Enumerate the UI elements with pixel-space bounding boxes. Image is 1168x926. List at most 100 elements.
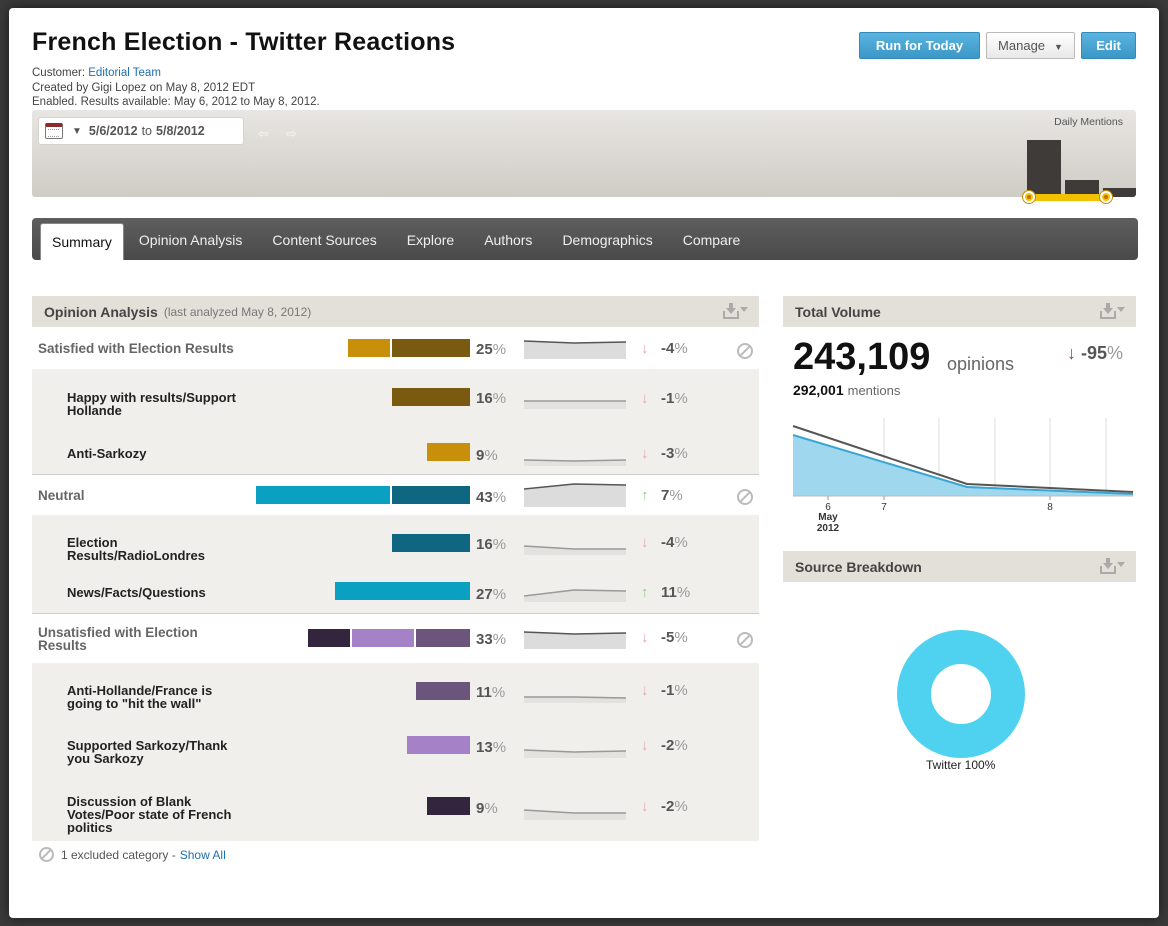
volume-area-chart: 6 7 8 May 2012 bbox=[792, 418, 1134, 534]
trend-sparkline bbox=[524, 340, 626, 359]
row-trend: ↓ -2% bbox=[641, 798, 688, 815]
end-date: 5/8/2012 bbox=[156, 124, 205, 138]
tab-demographics[interactable]: Demographics bbox=[547, 223, 667, 256]
down-arrow-icon: ↓ bbox=[641, 534, 649, 551]
excluded-footer: 1 excluded category - Show All bbox=[39, 847, 226, 862]
tab-opinion-analysis[interactable]: Opinion Analysis bbox=[124, 223, 258, 256]
trend-sparkline bbox=[524, 589, 626, 602]
download-icon[interactable] bbox=[1100, 558, 1126, 576]
prev-arrow-icon[interactable]: ⇦ bbox=[258, 126, 269, 142]
row-label: Discussion of Blank Votes/Poor state of … bbox=[67, 794, 232, 835]
source-breakdown-title: Source Breakdown bbox=[795, 558, 922, 575]
row-label: News/Facts/Questions bbox=[67, 585, 206, 600]
range-start-handle[interactable] bbox=[1023, 191, 1035, 203]
date-range-picker[interactable]: ▼ 5/6/2012 to 5/8/2012 bbox=[38, 117, 244, 145]
row-trend: ↓ -2% bbox=[641, 737, 688, 754]
opinion-bar bbox=[416, 629, 470, 647]
customer-link[interactable]: Editorial Team bbox=[88, 67, 161, 79]
run-for-today-button[interactable]: Run for Today bbox=[859, 32, 980, 59]
opinion-analysis-header: Opinion Analysis (last analyzed May 8, 2… bbox=[32, 296, 759, 327]
x-year-label: 2012 bbox=[817, 523, 840, 534]
download-icon[interactable] bbox=[723, 303, 749, 321]
exclude-icon[interactable] bbox=[737, 489, 753, 505]
source-breakdown-header: Source Breakdown bbox=[783, 551, 1136, 582]
opinion-bar bbox=[392, 339, 470, 357]
opinion-row[interactable]: Satisfied with Election Results 25% ↓ -4% bbox=[32, 327, 759, 369]
row-percent: 9% bbox=[476, 447, 498, 464]
opinion-row[interactable]: Election Results/RadioLondres 16% ↓ -4% bbox=[32, 515, 759, 570]
manage-label: Manage bbox=[998, 38, 1046, 53]
opinion-row[interactable]: Unsatisfied with Election Results 33% ↓ -… bbox=[32, 613, 759, 663]
down-arrow-icon: ↓ bbox=[641, 682, 649, 699]
tab-compare[interactable]: Compare bbox=[668, 223, 756, 256]
row-label: Election Results/RadioLondres bbox=[67, 535, 205, 563]
row-percent: 16% bbox=[476, 390, 507, 407]
date-to: to bbox=[141, 124, 153, 138]
x-month-label: May bbox=[818, 512, 838, 523]
exclude-icon[interactable] bbox=[737, 343, 753, 359]
opinions-label: opinions bbox=[947, 354, 1015, 374]
row-label: Neutral bbox=[38, 488, 85, 503]
excluded-text: 1 excluded category - bbox=[61, 847, 176, 862]
down-arrow-icon: ↓ bbox=[641, 340, 649, 357]
page-title: French Election - Twitter Reactions bbox=[32, 28, 456, 56]
x-tick-label: 7 bbox=[881, 502, 887, 513]
exclude-icon bbox=[39, 847, 54, 862]
opinion-bar bbox=[392, 486, 470, 504]
row-trend: ↓ -4% bbox=[641, 340, 688, 357]
opinion-bar bbox=[392, 388, 470, 406]
customer-label: Customer: bbox=[32, 67, 86, 79]
twitter-slice[interactable] bbox=[897, 630, 1025, 758]
tab-explore[interactable]: Explore bbox=[392, 223, 469, 256]
opinion-bar bbox=[335, 582, 470, 600]
next-arrow-icon[interactable]: ⇨ bbox=[286, 126, 297, 142]
opinion-bar bbox=[256, 486, 390, 504]
row-trend: ↓ -1% bbox=[641, 390, 688, 407]
down-arrow-icon: ↓ bbox=[641, 629, 649, 646]
download-icon[interactable] bbox=[1100, 303, 1126, 321]
row-label: Supported Sarkozy/Thank you Sarkozy bbox=[67, 738, 228, 766]
opinion-row[interactable]: News/Facts/Questions 27% ↑ 11% bbox=[32, 570, 759, 613]
opinion-bar bbox=[407, 736, 470, 754]
opinion-bar bbox=[416, 682, 470, 700]
manage-dropdown[interactable]: Manage ▼ bbox=[986, 32, 1075, 59]
trend-sparkline bbox=[524, 749, 626, 758]
tab-authors[interactable]: Authors bbox=[469, 223, 547, 256]
opinion-bar bbox=[308, 629, 350, 647]
row-trend: ↑ 7% bbox=[641, 487, 683, 504]
show-all-link[interactable]: Show All bbox=[180, 848, 226, 862]
row-trend: ↓ -3% bbox=[641, 445, 688, 462]
row-percent: 33% bbox=[476, 631, 507, 648]
down-arrow-icon: ↓ bbox=[641, 445, 649, 462]
opinion-row[interactable]: Anti-Hollande/France is going to "hit th… bbox=[32, 663, 759, 718]
date-range-slider[interactable] bbox=[1027, 194, 1106, 201]
row-label: Anti-Hollande/France is going to "hit th… bbox=[67, 683, 213, 711]
row-percent: 27% bbox=[476, 586, 507, 603]
range-end-handle[interactable] bbox=[1100, 191, 1112, 203]
exclude-icon[interactable] bbox=[737, 632, 753, 648]
edit-button[interactable]: Edit bbox=[1081, 32, 1136, 59]
row-trend: ↓ -4% bbox=[641, 534, 688, 551]
opinion-bar bbox=[348, 339, 390, 357]
tab-summary[interactable]: Summary bbox=[40, 223, 124, 260]
opinion-row[interactable]: Anti-Sarkozy 9% ↓ -3% bbox=[32, 424, 759, 474]
down-arrow-icon: ↓ bbox=[1067, 343, 1076, 363]
x-tick-label: 8 bbox=[1047, 502, 1053, 513]
opinion-bar bbox=[352, 629, 414, 647]
daily-mentions-bar bbox=[1027, 140, 1061, 197]
row-percent: 25% bbox=[476, 341, 507, 358]
start-date: 5/6/2012 bbox=[88, 124, 138, 138]
row-percent: 11% bbox=[476, 684, 506, 701]
opinion-row[interactable]: Discussion of Blank Votes/Poor state of … bbox=[32, 773, 759, 841]
opinion-row[interactable]: Happy with results/Support Hollande 16% … bbox=[32, 369, 759, 424]
opinion-row[interactable]: Neutral 43% ↑ 7% bbox=[32, 474, 759, 515]
trend-sparkline bbox=[524, 631, 626, 649]
opinions-count: 243,109 bbox=[793, 336, 931, 378]
trend-sparkline bbox=[524, 809, 626, 820]
row-percent: 13% bbox=[476, 739, 507, 756]
chevron-down-icon: ▼ bbox=[1054, 41, 1063, 52]
opinion-row[interactable]: Supported Sarkozy/Thank you Sarkozy 13% … bbox=[32, 718, 759, 773]
opinion-bar bbox=[392, 534, 470, 552]
tab-content-sources[interactable]: Content Sources bbox=[257, 223, 391, 256]
volume-area bbox=[793, 435, 1133, 496]
